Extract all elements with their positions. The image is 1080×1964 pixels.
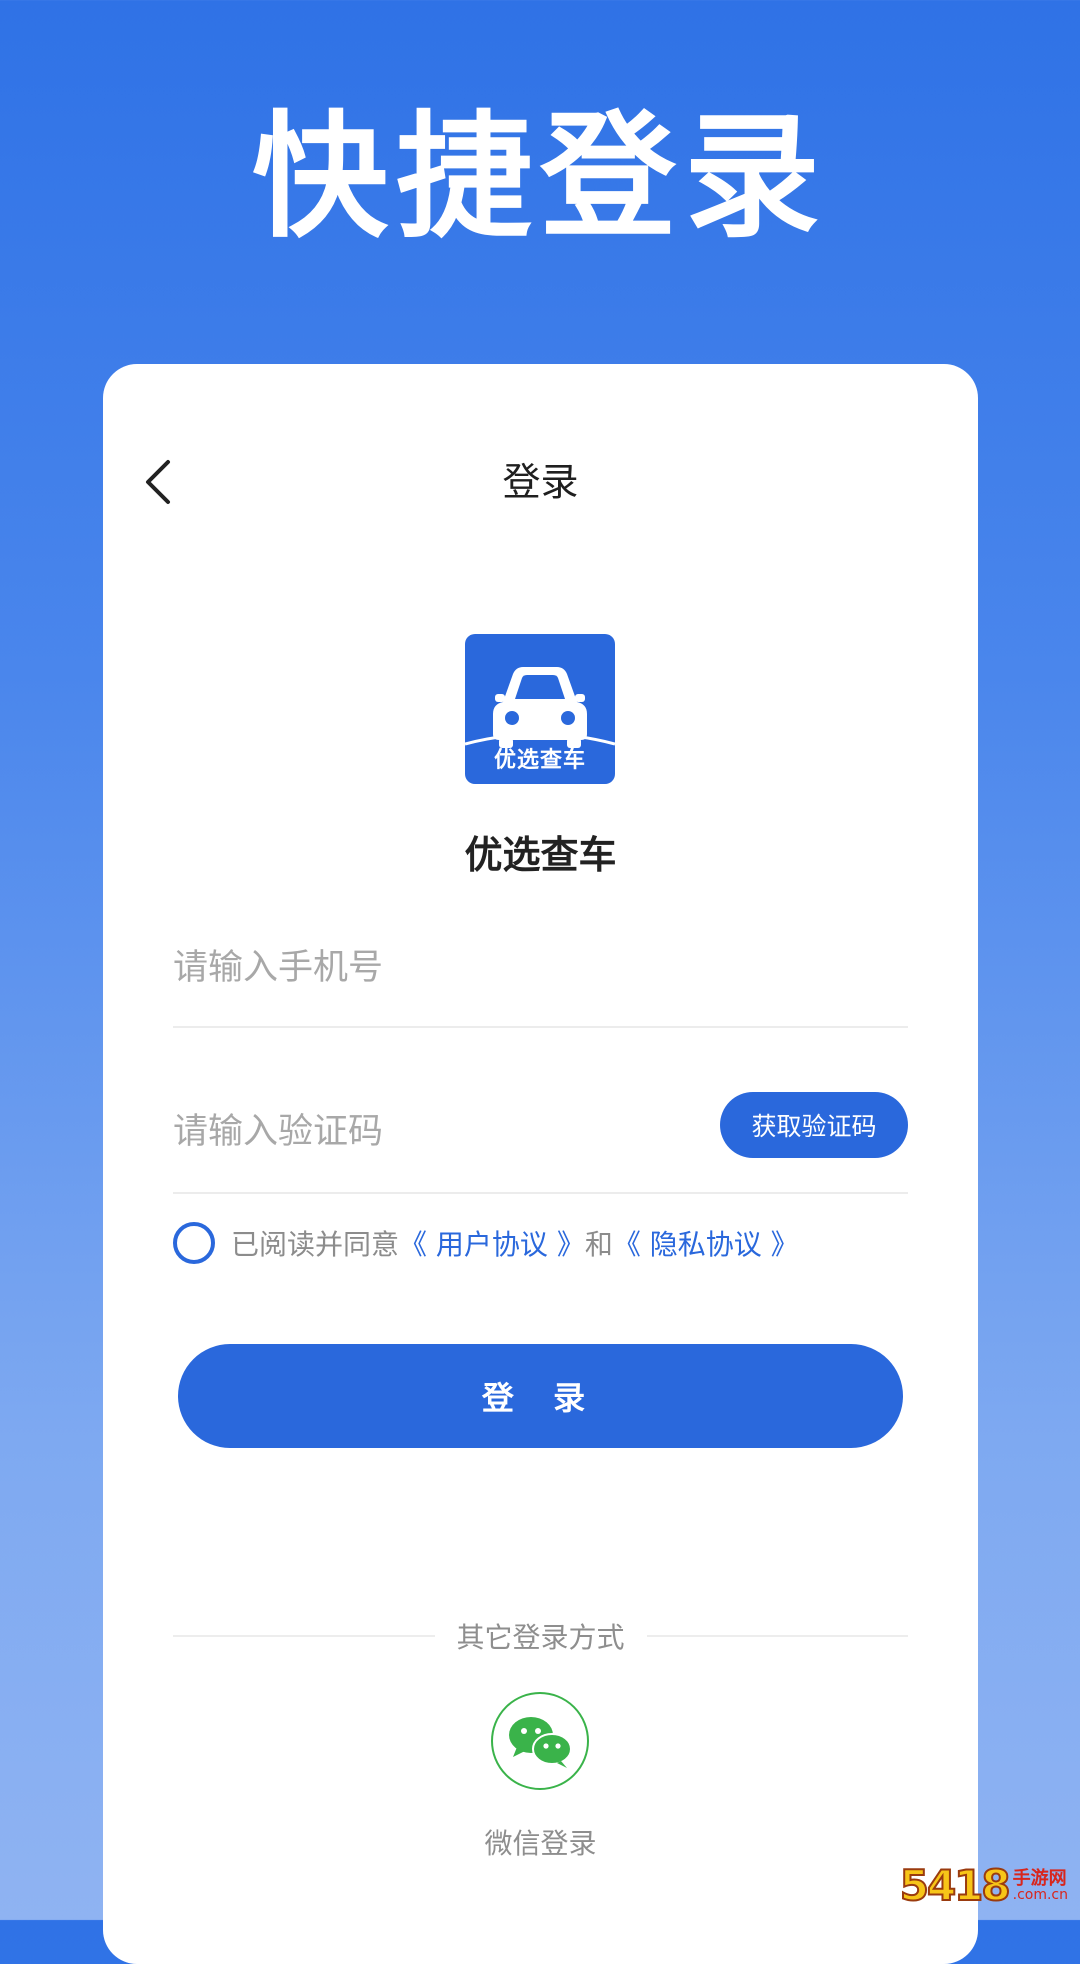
hero-title: 快捷登录 bbox=[252, 99, 828, 257]
agreement-prefix: 已阅读并同意 bbox=[231, 1228, 400, 1261]
user-agreement-link[interactable]: 《 用户协议 》 bbox=[399, 1223, 585, 1263]
phone-field bbox=[173, 924, 908, 1028]
wechat-login-label: 微信登录 bbox=[484, 1827, 597, 1860]
app-name: 优选查车 bbox=[464, 833, 617, 877]
watermark-text: 手游网 bbox=[1012, 1867, 1067, 1889]
app-logo: 优选查车 bbox=[465, 634, 615, 784]
privacy-agreement-link[interactable]: 《 隐私协议 》 bbox=[613, 1223, 799, 1263]
app-logo-text: 优选查车 bbox=[493, 748, 586, 773]
agree-checkbox[interactable] bbox=[173, 1222, 215, 1264]
page-title: 登录 bbox=[502, 460, 579, 504]
login-card: 登录 优选查车 优选查车 获取验证码 已阅读并同意 《 用户协议 》 和 《 隐… bbox=[103, 364, 978, 1964]
get-code-button[interactable]: 获取验证码 bbox=[720, 1092, 908, 1158]
watermark-side: 手游网 .com.cn bbox=[1012, 1867, 1068, 1903]
other-login-divider: 其它登录方式 bbox=[173, 1616, 909, 1656]
watermark-number: 5418 bbox=[899, 1860, 1012, 1911]
phone-input[interactable] bbox=[173, 948, 613, 988]
other-login-label: 其它登录方式 bbox=[456, 1621, 625, 1654]
wechat-icon bbox=[509, 1717, 572, 1768]
login-button[interactable]: 登 录 bbox=[178, 1344, 903, 1448]
divider-line-left bbox=[173, 1635, 435, 1637]
agreement-and: 和 bbox=[584, 1228, 613, 1261]
watermark-sub: .com.cn bbox=[1012, 1886, 1068, 1903]
wechat-login-button[interactable] bbox=[491, 1692, 589, 1790]
agreement-row: 已阅读并同意 《 用户协议 》 和 《 隐私协议 》 bbox=[173, 1222, 799, 1264]
code-field: 获取验证码 bbox=[173, 1078, 908, 1194]
site-watermark: 5418 手游网 .com.cn bbox=[894, 1857, 1074, 1914]
divider-line-right bbox=[646, 1635, 909, 1637]
code-input[interactable] bbox=[173, 1112, 613, 1152]
